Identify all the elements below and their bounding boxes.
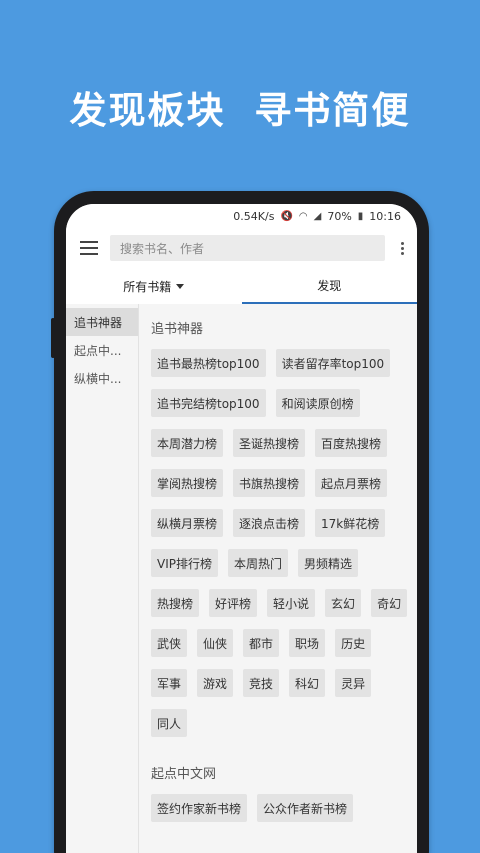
ranking-chip[interactable]: 军事 [151, 669, 188, 697]
tab-bar: 所有书籍 发现 [66, 268, 417, 304]
more-options-icon[interactable] [395, 241, 409, 255]
search-placeholder: 搜索书名、作者 [120, 241, 205, 256]
clock: 10:16 [369, 209, 401, 223]
section-title: 起点中文网 [151, 767, 217, 782]
ranking-chip[interactable]: 仙侠 [197, 629, 234, 657]
discover-body: 追书神器 起点中... 纵横中... 追书神器 追书最热榜top100 读者留存率… [66, 304, 417, 853]
ranking-chip[interactable]: 追书最热榜top100 [151, 349, 266, 377]
signal-icon: ◢ [313, 210, 322, 222]
ranking-chip[interactable]: 武侠 [151, 629, 188, 657]
ranking-chip[interactable]: 读者留存率top100 [275, 349, 391, 377]
ranking-chip[interactable]: 百度热搜榜 [315, 429, 388, 457]
sidebar-item-zongheng[interactable]: 纵横中... [66, 364, 138, 392]
source-sidebar: 追书神器 起点中... 纵横中... [66, 304, 139, 853]
battery-level: 70% [327, 209, 352, 223]
app-bar: 搜索书名、作者 [66, 228, 417, 268]
ranking-chip[interactable]: 热搜榜 [151, 589, 200, 617]
ranking-chip[interactable]: 纵横月票榜 [151, 509, 224, 537]
ranking-chip[interactable]: 灵异 [335, 669, 372, 697]
dropdown-caret-icon [176, 283, 185, 289]
ranking-chip[interactable]: 玄幻 [325, 589, 362, 617]
phone-side-button [51, 318, 55, 358]
section-title: 追书神器 [151, 322, 204, 337]
sidebar-item-qidian[interactable]: 起点中... [66, 336, 138, 364]
ranking-chip[interactable]: 都市 [243, 629, 280, 657]
ranking-chip[interactable]: 掌阅热搜榜 [151, 469, 224, 497]
ranking-chip[interactable]: 好评榜 [209, 589, 258, 617]
promo-headline: 发现板块 寻书简便 [69, 89, 411, 132]
tab-discover-label: 发现 [317, 278, 342, 293]
tab-all-books[interactable]: 所有书籍 [66, 268, 242, 304]
ranking-chip[interactable]: 和阅读原创榜 [275, 389, 360, 417]
search-input[interactable]: 搜索书名、作者 [110, 235, 385, 261]
wifi-icon: ◠ [298, 210, 308, 222]
ranking-chip[interactable]: 同人 [151, 709, 188, 737]
mute-icon: 🔇 [280, 210, 293, 222]
hamburger-menu-icon[interactable] [78, 240, 100, 256]
ranking-chip[interactable]: 起点月票榜 [315, 469, 388, 497]
ranking-chip[interactable]: 轻小说 [267, 589, 316, 617]
battery-icon: ▮ [357, 210, 364, 222]
ranking-chip[interactable]: 17k鲜花榜 [315, 509, 386, 537]
ranking-chip[interactable]: 游戏 [197, 669, 234, 697]
ranking-chip[interactable]: 追书完结榜top100 [151, 389, 266, 417]
ranking-chip[interactable]: 公众作者新书榜 [257, 794, 354, 822]
ranking-chip[interactable]: 逐浪点击榜 [233, 509, 306, 537]
ranking-chip[interactable]: 竞技 [243, 669, 280, 697]
tab-discover[interactable]: 发现 [241, 268, 417, 304]
network-speed: 0.54K/s [233, 209, 275, 223]
chip-group: 追书最热榜top100 读者留存率top100 追书完结榜top100 和阅读原创榜本… [151, 349, 411, 737]
tab-all-books-label: 所有书籍 [123, 279, 172, 294]
ranking-chip[interactable]: 本周热门 [228, 549, 289, 577]
ranking-chip[interactable]: 圣诞热搜榜 [233, 429, 306, 457]
app-screen: 0.54K/s 🔇 ◠ ◢ 70% ▮ 10:16 搜索书名、作者 所有书籍 发… [66, 204, 417, 853]
ranking-chip[interactable]: 男频精选 [298, 549, 359, 577]
sidebar-item-zhuishu[interactable]: 追书神器 [66, 308, 138, 336]
ranking-chip[interactable]: 职场 [289, 629, 326, 657]
ranking-chip[interactable]: 本周潜力榜 [151, 429, 224, 457]
phone-volume-button [425, 320, 429, 410]
ranking-chip[interactable]: 科幻 [289, 669, 326, 697]
ranking-chip[interactable]: 签约作家新书榜 [151, 794, 248, 822]
chip-group: 签约作家新书榜 公众作者新书榜 [151, 794, 411, 822]
ranking-chip[interactable]: 奇幻 [371, 589, 408, 617]
status-bar: 0.54K/s 🔇 ◠ ◢ 70% ▮ 10:16 [66, 204, 417, 228]
ranking-chip[interactable]: 历史 [335, 629, 372, 657]
ranking-chip[interactable]: VIP排行榜 [151, 549, 218, 577]
ranking-chip[interactable]: 书旗热搜榜 [233, 469, 306, 497]
ranking-content: 追书神器 追书最热榜top100 读者留存率top100 追书完结榜top100 和阅… [139, 304, 417, 853]
